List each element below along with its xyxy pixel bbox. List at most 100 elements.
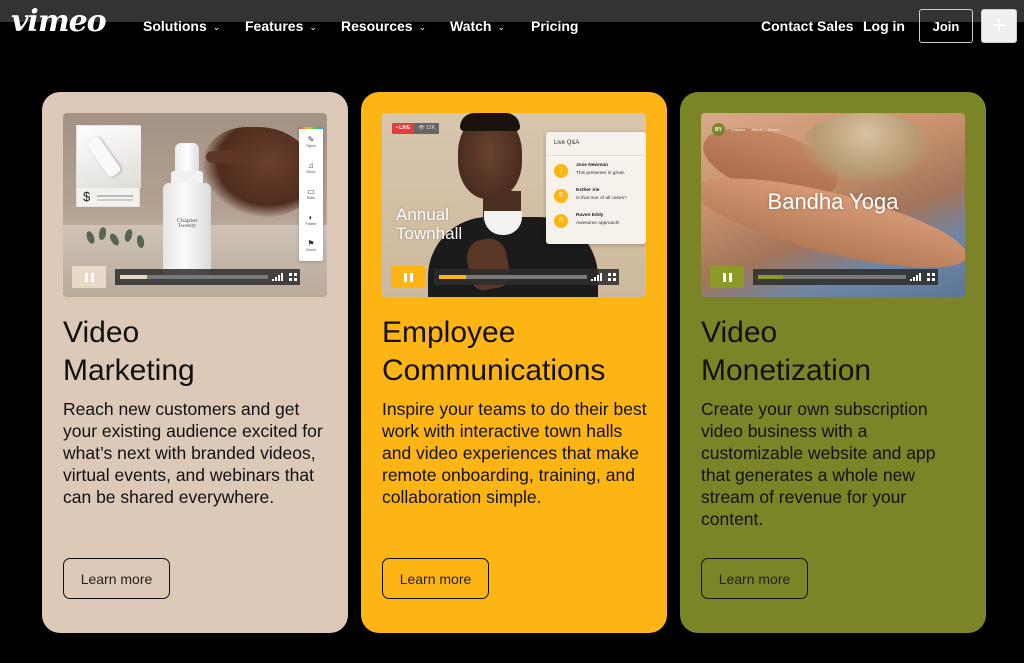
pause-icon [90, 272, 94, 282]
live-indicator: • LIVE [392, 123, 415, 134]
site-nav: BY Classes About Search [712, 123, 780, 136]
title-line: Monetization [701, 354, 872, 387]
progress-track[interactable] [120, 275, 268, 279]
bottle-body [163, 183, 211, 275]
fullscreen-icon[interactable] [608, 273, 616, 281]
avatar: E [554, 189, 568, 203]
overlay-line: Annual [396, 205, 449, 224]
divider [546, 155, 646, 156]
scrubber[interactable] [115, 269, 300, 285]
log-in-link[interactable]: Log in [863, 17, 905, 35]
spray-bottle: Chapter Twenty [163, 143, 211, 275]
eucalyptus-leaves [79, 225, 159, 255]
tool-brand[interactable]: ⚑ Brand [299, 239, 323, 253]
brand-icon: ⚑ [307, 239, 315, 248]
tool-music[interactable]: ♫ Music [299, 161, 323, 175]
leaf [84, 230, 97, 245]
leaf [123, 228, 134, 243]
progress-track[interactable] [758, 275, 906, 279]
contact-sales-link[interactable]: Contact Sales [761, 17, 854, 35]
card-description: Create your own subscription video busin… [701, 399, 936, 529]
tool-styles[interactable]: ✎ Styles [299, 135, 323, 149]
tool-palette[interactable]: ◐ Palette [299, 213, 323, 227]
site-nav-about[interactable]: About [751, 127, 761, 132]
qa-item: J Jose Newman This presenter is great. [554, 163, 646, 183]
title-line: Marketing [63, 354, 195, 387]
learn-more-button[interactable]: Learn more [63, 558, 170, 599]
pause-button[interactable] [391, 266, 425, 288]
presenter-hair [460, 113, 520, 131]
ratio-icon: ▭ [307, 187, 315, 196]
toolbar-accent [299, 127, 323, 129]
styles-icon: ✎ [307, 135, 315, 144]
volume-icon[interactable] [591, 273, 603, 281]
yoga-preview: BY Classes About Search Bandha Yoga [701, 113, 965, 297]
bottle-label: Chapter Twenty [177, 218, 198, 229]
qa-name: Jose Newman [576, 163, 608, 168]
nav-resources[interactable]: Resources ⌄ [341, 17, 426, 37]
avatar: R [554, 214, 568, 228]
card-video-marketing: $ Chapter Twenty ✎ Styles ♫ Music ▭ Ratio ◐… [42, 92, 348, 633]
pause-icon [409, 272, 413, 282]
card-title: Video Monetization [701, 314, 871, 390]
qa-name: Raven Eddy [576, 213, 604, 218]
overlay-title: Bandha Yoga [767, 189, 899, 214]
pause-icon [84, 272, 88, 282]
learn-more-button[interactable]: Learn more [701, 558, 808, 599]
viewer-count: 👁 12K [414, 123, 439, 134]
tool-label: Brand [306, 248, 316, 252]
learn-more-button[interactable]: Learn more [382, 558, 489, 599]
volume-icon[interactable] [272, 273, 284, 281]
nav-watch[interactable]: Watch ⌄ [450, 17, 505, 37]
scrubber[interactable] [434, 269, 619, 285]
video-player-controls [391, 266, 637, 288]
progress-fill [758, 275, 784, 279]
title-line: Employee [382, 316, 516, 349]
qa-message: Is that true of all cases? [576, 196, 627, 201]
tool-label: Ratio [306, 196, 316, 200]
video-marketing-preview: $ Chapter Twenty ✎ Styles ♫ Music ▭ Ratio ◐… [63, 113, 327, 297]
card-video-monetization: BY Classes About Search Bandha Yoga Vide… [680, 92, 986, 633]
nav-solutions-label: Solutions [143, 18, 207, 34]
video-player-controls [710, 266, 956, 288]
tool-ratio[interactable]: ▭ Ratio [299, 187, 323, 201]
nav-features-label: Features [245, 18, 304, 34]
site-nav-search[interactable]: Search [768, 127, 781, 132]
qa-message: Awesome approach! [576, 221, 620, 226]
nav-features[interactable]: Features ⌄ [245, 17, 317, 37]
overlay-title: Annual Townhall [396, 205, 462, 243]
finger-image [206, 151, 252, 163]
volume-icon[interactable] [910, 273, 922, 281]
nav-pricing[interactable]: Pricing [531, 17, 578, 35]
pause-button[interactable] [72, 266, 106, 288]
leaf [108, 232, 121, 247]
vimeo-logo[interactable]: vimeo [11, 4, 107, 40]
card-employee-communications: • LIVE 👁 12K Annual Townhall Live Q&A J J… [361, 92, 667, 633]
progress-track[interactable] [439, 275, 587, 279]
plus-icon[interactable]: + [981, 9, 1017, 43]
fullscreen-icon[interactable] [289, 273, 297, 281]
pause-button[interactable] [710, 266, 744, 288]
title-line: Communications [382, 354, 606, 387]
music-icon: ♫ [308, 161, 314, 170]
qa-item: E Esther Xie Is that true of all cases? [554, 188, 646, 208]
product-thumbnail-card: $ [76, 125, 141, 207]
nav-watch-label: Watch [450, 18, 492, 34]
avatar: J [554, 164, 568, 178]
price-icon: $ [83, 189, 91, 204]
tool-label: Palette [305, 222, 317, 226]
title-line: Video [63, 316, 140, 349]
fullscreen-icon[interactable] [927, 273, 935, 281]
nav-solutions[interactable]: Solutions ⌄ [143, 17, 220, 37]
nav-resources-label: Resources [341, 18, 413, 34]
pause-icon [722, 272, 726, 282]
site-nav-classes[interactable]: Classes [731, 127, 745, 132]
scrubber[interactable] [753, 269, 938, 285]
thumbnail-image [77, 126, 141, 188]
title-line: Video [701, 316, 778, 349]
card-title: Video Marketing [63, 314, 195, 390]
bottle-image [86, 135, 122, 179]
palette-icon: ◐ [308, 213, 314, 222]
join-button[interactable]: Join [919, 9, 973, 43]
qa-message: This presenter is great. [576, 171, 626, 176]
